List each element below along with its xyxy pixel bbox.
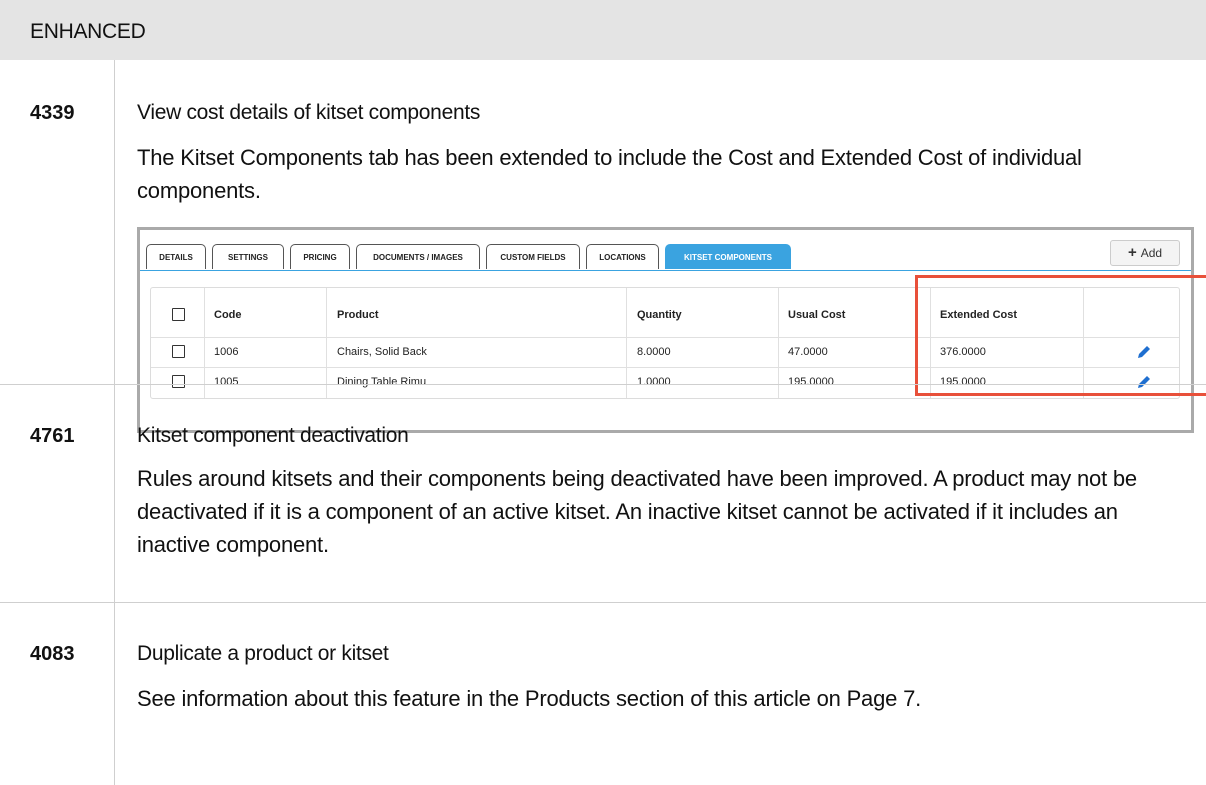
kitset-components-screenshot: DETAILS SETTINGS PRICING DOCUMENTS / IMA… (137, 227, 1206, 433)
cell-usual-cost: 195.0000 (788, 376, 834, 388)
col-code: Code (214, 309, 242, 321)
release-notes-table: 4339 View cost details of kitset compone… (0, 60, 1206, 785)
item-title: View cost details of kitset components (137, 101, 481, 124)
item-description: Rules around kitsets and their component… (137, 466, 1137, 557)
row-divider (0, 602, 1206, 603)
add-button[interactable]: + Add (1110, 240, 1180, 266)
cell-product: Dining Table Rimu (337, 376, 427, 388)
cell-usual-cost: 47.0000 (788, 346, 828, 358)
cost-columns-highlight (915, 275, 1206, 396)
cell-quantity: 1.0000 (637, 376, 671, 388)
row-checkbox[interactable] (172, 345, 185, 358)
item-title: Duplicate a product or kitset (137, 642, 389, 665)
item-id: 4761 (30, 425, 75, 447)
item-description: The Kitset Components tab has been exten… (137, 145, 1082, 203)
tab-settings[interactable]: SETTINGS (212, 244, 284, 269)
cell-code: 1005 (214, 376, 239, 388)
row-divider (0, 384, 1206, 385)
item-title: Kitset component deactivation (137, 424, 409, 447)
add-button-label: Add (1140, 246, 1163, 260)
tab-locations[interactable]: LOCATIONS (586, 244, 659, 269)
cell-quantity: 8.0000 (637, 346, 671, 358)
item-description: See information about this feature in th… (137, 686, 922, 711)
col-quantity: Quantity (637, 309, 682, 321)
tab-custom-fields[interactable]: CUSTOM FIELDS (486, 244, 580, 269)
tab-pricing[interactable]: PRICING (290, 244, 350, 269)
item-id: 4083 (30, 643, 75, 665)
tab-kitset-components[interactable]: KITSET COMPONENTS (665, 244, 791, 269)
section-header: ENHANCED (0, 0, 1206, 60)
col-usual-cost: Usual Cost (788, 309, 846, 321)
tab-underline (140, 270, 1191, 271)
plus-icon: + (1127, 244, 1137, 261)
cell-code: 1006 (214, 346, 239, 358)
cell-product: Chairs, Solid Back (337, 346, 427, 358)
tab-documents-images[interactable]: DOCUMENTS / IMAGES (356, 244, 480, 269)
col-product: Product (337, 309, 379, 321)
section-title: ENHANCED (30, 20, 146, 43)
select-all-checkbox[interactable] (172, 308, 185, 321)
tab-details[interactable]: DETAILS (146, 244, 206, 269)
item-id: 4339 (30, 102, 75, 124)
row-checkbox[interactable] (172, 375, 185, 388)
column-divider (114, 60, 115, 785)
